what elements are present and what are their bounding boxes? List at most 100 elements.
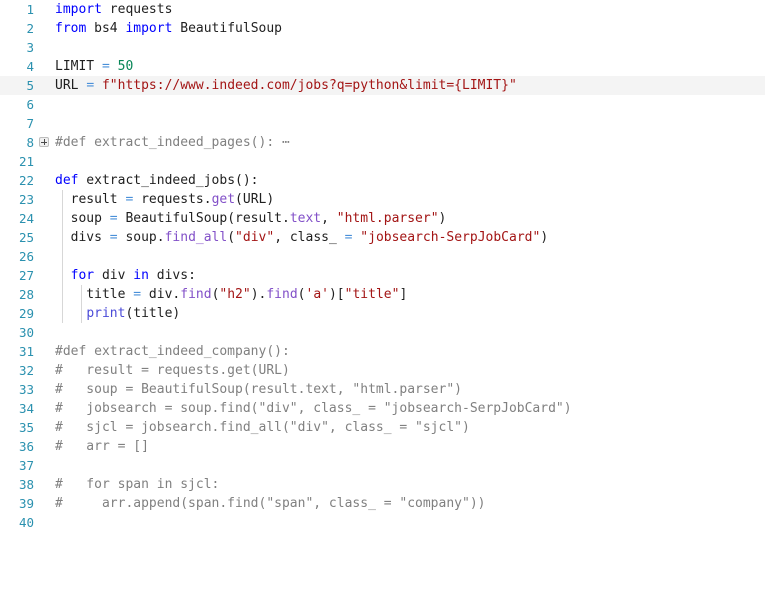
code-lines-container[interactable]: 1 import requests 2 from bs4 import Beautif… — [0, 0, 765, 532]
line-number: 22 — [18, 173, 34, 188]
line-number: 7 — [26, 116, 34, 131]
code-token: text — [289, 211, 322, 226]
code-text[interactable]: # arr = [] — [55, 437, 765, 456]
code-line[interactable]: 40 — [0, 513, 765, 532]
code-editor[interactable]: 1 import requests 2 from bs4 import Beautif… — [0, 0, 765, 602]
code-text[interactable]: for div in divs: — [55, 266, 765, 285]
code-line[interactable]: 38 # for span in sjcl: — [0, 475, 765, 494]
code-line[interactable]: 4 LIMIT = 50 — [0, 57, 765, 76]
code-line[interactable]: 24 soup = BeautifulSoup(result.text, "ht… — [0, 209, 765, 228]
code-line[interactable]: 39 # arr.append(span.find("span", class_ … — [0, 494, 765, 513]
line-number: 34 — [18, 401, 34, 416]
code-token: title — [55, 287, 134, 302]
code-line[interactable]: 34 # jobsearch = soup.find("div", class_ … — [0, 399, 765, 418]
code-line[interactable]: 2 from bs4 import BeautifulSoup — [0, 19, 765, 38]
code-token: # arr.append(span.find("span", class_ = … — [55, 496, 486, 511]
code-token: ) — [438, 211, 447, 226]
code-token: BeautifulSoup — [172, 21, 282, 36]
code-text[interactable]: divs = soup.find_all("div", class_ = "jo… — [55, 228, 765, 247]
code-line[interactable]: 26 — [0, 247, 765, 266]
code-text[interactable]: print(title) — [55, 304, 765, 323]
code-token: "div" — [235, 230, 275, 245]
line-number: 40 — [18, 515, 34, 530]
code-text[interactable]: # soup = BeautifulSoup(result.text, "htm… — [55, 380, 765, 399]
code-token: )[ — [328, 287, 345, 302]
code-text[interactable] — [55, 38, 765, 57]
code-line[interactable]: 35 # sjcl = jobsearch.find_all("div", cla… — [0, 418, 765, 437]
code-text[interactable]: from bs4 import BeautifulSoup — [55, 19, 765, 38]
code-text[interactable]: soup = BeautifulSoup(result.text, "html.… — [55, 209, 765, 228]
code-token: divs — [55, 230, 110, 245]
code-line[interactable]: 5 URL = f"https://www.indeed.com/jobs?q=p… — [0, 76, 765, 95]
code-text[interactable]: LIMIT = 50 — [55, 57, 765, 76]
code-line[interactable]: 36 # arr = [] — [0, 437, 765, 456]
code-line[interactable]: 1 import requests — [0, 0, 765, 19]
code-line[interactable]: 8 #def extract_indeed_pages(): ⋯ — [0, 133, 765, 152]
code-token: find_all — [164, 230, 228, 245]
code-token: from — [55, 21, 87, 36]
code-token: requests — [101, 2, 173, 17]
code-line[interactable]: 30 — [0, 323, 765, 342]
line-number: 36 — [18, 439, 34, 454]
code-text[interactable] — [55, 513, 765, 532]
code-text[interactable]: import requests — [55, 0, 765, 19]
plus-square-icon[interactable] — [39, 137, 49, 147]
code-line[interactable]: 22 def extract_indeed_jobs(): — [0, 171, 765, 190]
line-number: 30 — [18, 325, 34, 340]
code-line[interactable]: 31 #def extract_indeed_company(): — [0, 342, 765, 361]
code-line[interactable]: 29 print(title) — [0, 304, 765, 323]
code-text[interactable] — [55, 247, 765, 266]
code-token: # jobsearch = soup.find("div", class_ = … — [55, 401, 572, 416]
code-text[interactable]: # jobsearch = soup.find("div", class_ = … — [55, 399, 765, 418]
code-token: 'a' — [305, 287, 329, 302]
code-token: ( — [227, 230, 236, 245]
code-text[interactable] — [55, 152, 765, 171]
line-number: 2 — [26, 21, 34, 36]
code-text[interactable]: #def extract_indeed_company(): — [55, 342, 765, 361]
code-token: div — [94, 268, 134, 283]
code-token: # soup = BeautifulSoup(result.text, "htm… — [55, 382, 462, 397]
code-text[interactable]: URL = f"https://www.indeed.com/jobs?q=py… — [55, 76, 765, 95]
code-line[interactable]: 3 — [0, 38, 765, 57]
code-token: = — [101, 59, 110, 74]
code-text[interactable]: # arr.append(span.find("span", class_ = … — [55, 494, 765, 513]
line-number: 28 — [18, 287, 34, 302]
code-line[interactable]: 28 title = div.find("h2").find('a')["tit… — [0, 285, 765, 304]
code-line[interactable]: 23 result = requests.get(URL) — [0, 190, 765, 209]
code-text[interactable]: result = requests.get(URL) — [55, 190, 765, 209]
code-text[interactable] — [55, 456, 765, 475]
line-number: 24 — [18, 211, 34, 226]
line-number: 27 — [18, 268, 34, 283]
code-fold-toggle[interactable] — [38, 133, 52, 152]
code-text[interactable]: #def extract_indeed_pages(): ⋯ — [55, 133, 765, 152]
code-text[interactable]: # sjcl = jobsearch.find_all("div", class… — [55, 418, 765, 437]
code-line[interactable]: 33 # soup = BeautifulSoup(result.text, "h… — [0, 380, 765, 399]
code-line[interactable]: 37 — [0, 456, 765, 475]
code-text[interactable]: # for span in sjcl: — [55, 475, 765, 494]
code-line[interactable]: 27 for div in divs: — [0, 266, 765, 285]
code-token: # sjcl = jobsearch.find_all("div", class… — [55, 420, 470, 435]
line-number: 5 — [26, 78, 34, 93]
code-token: find — [266, 287, 298, 302]
code-line[interactable]: 6 — [0, 95, 765, 114]
line-number: 23 — [18, 192, 34, 207]
code-text[interactable]: def extract_indeed_jobs(): — [55, 171, 765, 190]
code-text[interactable] — [55, 114, 765, 133]
code-token: in — [133, 268, 149, 283]
code-line[interactable]: 32 # result = requests.get(URL) — [0, 361, 765, 380]
code-line[interactable]: 25 divs = soup.find_all("div", class_ = … — [0, 228, 765, 247]
line-number: 38 — [18, 477, 34, 492]
code-text[interactable] — [55, 95, 765, 114]
code-line[interactable]: 21 — [0, 152, 765, 171]
code-text[interactable]: # result = requests.get(URL) — [55, 361, 765, 380]
code-line[interactable]: 7 — [0, 114, 765, 133]
line-number: 32 — [18, 363, 34, 378]
code-token: ( — [297, 287, 306, 302]
line-number: 21 — [18, 154, 34, 169]
code-token: "html.parser" — [336, 211, 439, 226]
code-text[interactable]: title = div.find("h2").find('a')["title"… — [55, 285, 765, 304]
code-token: = — [133, 287, 142, 302]
code-text[interactable] — [55, 323, 765, 342]
